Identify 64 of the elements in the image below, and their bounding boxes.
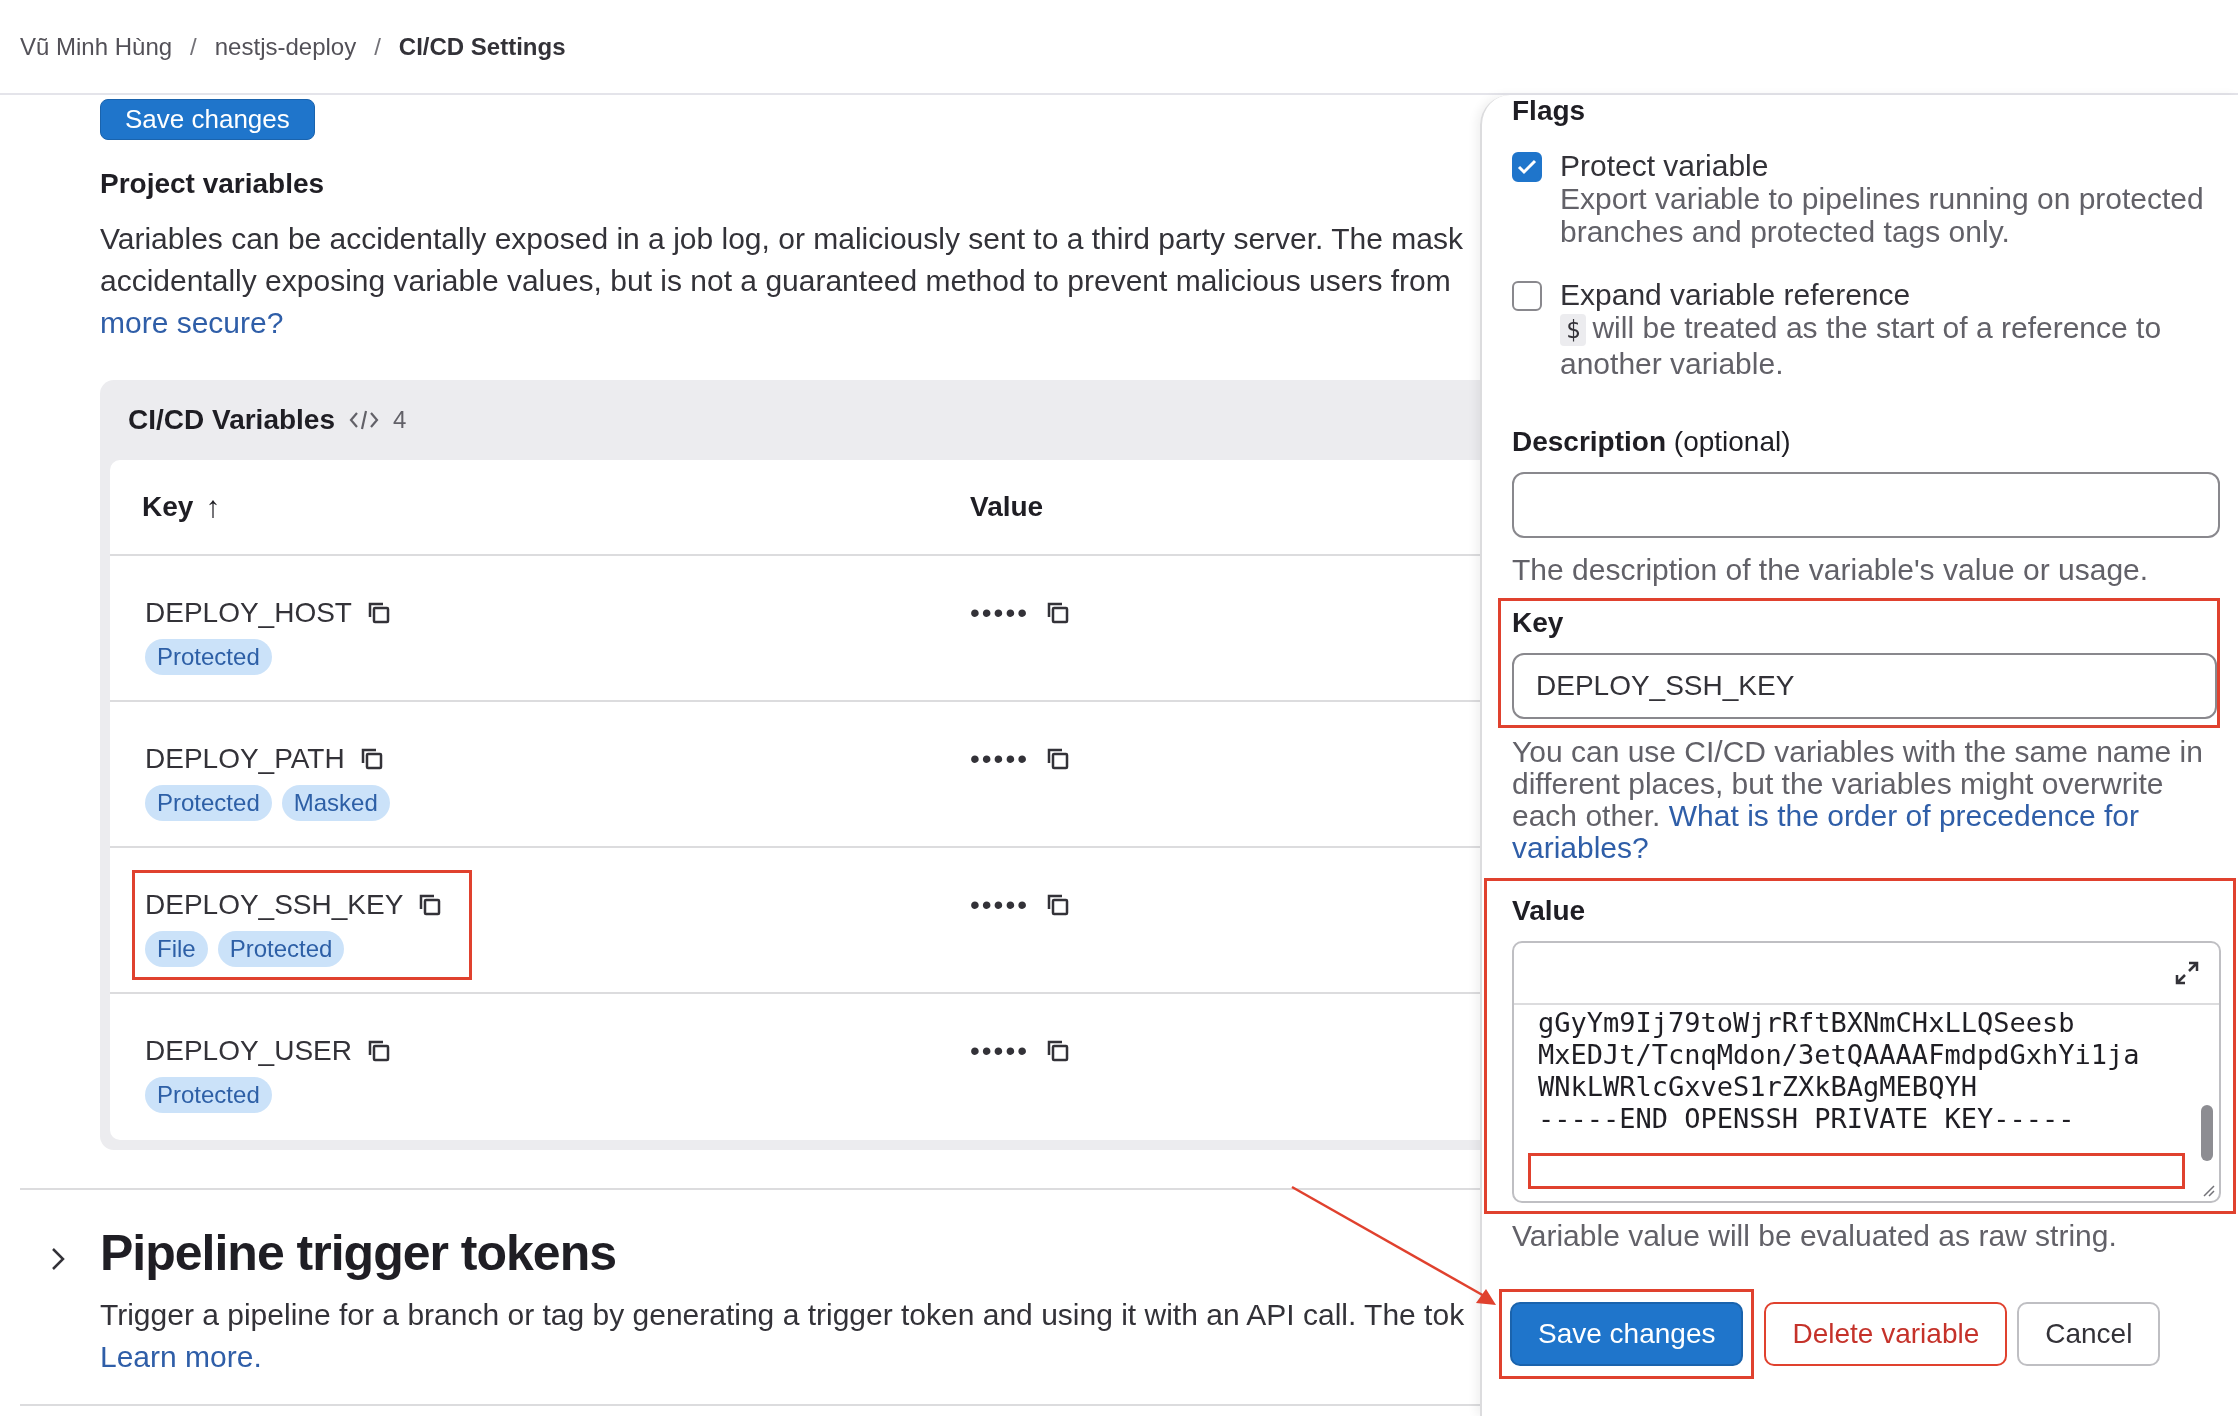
field-help: Variable value will be evaluated as raw string. <box>1512 1220 2118 1252</box>
learn-more-link[interactable]: Learn more. <box>100 1340 262 1373</box>
column-header[interactable]: Value <box>970 491 1044 523</box>
resize-handle-icon[interactable] <box>2201 1183 2215 1197</box>
copy-icon[interactable] <box>1045 746 1071 772</box>
variable-badge: Protected <box>145 639 272 675</box>
value-text[interactable]: gGyYm9Ij79toWjrRftBXNmCHxLLQSeesb MxEDJt/TcnqMdon/3etQAAAAFmdpdGxhYi1ja WNkLWRlcGxveS1rZXkBAgMEBQYH -----END OPENSSH PRIVATE KEY----- <box>1514 1005 2219 1201</box>
description-text: Trigger a pipeline for a branch or tag by generating a trigger token and using it with an API call. The tok <box>100 1297 1465 1333</box>
value-textarea[interactable]: gGyYm9Ij79toWjrRftBXNmCHxLLQSeesb MxEDJt/TcnqMdon/3etQAAAAFmdpdGxhYi1ja WNkLWRlcGxveS1rZXkBAgMEBQYH -----END OPENSSH PRIVATE KEY----- <box>1512 941 2221 1203</box>
checkbox[interactable] <box>1512 152 1542 182</box>
save-changes-button[interactable]: Save changes <box>1510 1302 1744 1366</box>
code-icon <box>349 409 379 431</box>
checkbox-help: Export variable to pipelines running on protected branches and protected tags only. <box>1560 182 2205 248</box>
checkbox-help: $ will be treated as the start of a reference to another variable. <box>1560 311 2163 380</box>
variable-badge: Protected <box>145 785 272 821</box>
field-help: You can use CI/CD variables with the same name in different places, but the variables might overwrite each other. What is the order of precedence for variables? <box>1512 736 2204 864</box>
variable-badge: Protected <box>217 931 345 967</box>
masked-value: ••••• <box>970 1035 1029 1067</box>
variable-key: DEPLOY_PATH <box>145 743 345 775</box>
more-secure-link[interactable]: more secure? <box>100 306 284 339</box>
copy-icon[interactable] <box>1045 892 1071 918</box>
breadcrumb-separator: / <box>374 32 381 61</box>
section-heading: Pipeline trigger tokens <box>100 1224 617 1282</box>
precedence-link[interactable]: What is the order of precedence for <box>1668 799 2140 832</box>
sort-indicator: ↑ <box>205 490 221 524</box>
breadcrumb-separator: / <box>190 32 197 61</box>
variable-badge: Masked <box>281 785 390 821</box>
check-icon <box>1517 159 1537 175</box>
precedence-link[interactable]: variables? <box>1512 831 1649 864</box>
checkbox-label: Protect variable <box>1560 149 1770 182</box>
field-label: Key <box>1512 607 1565 639</box>
variable-badge: Protected <box>145 1077 272 1113</box>
expand-icon[interactable] <box>2173 959 2201 987</box>
save-changes-button[interactable]: Save changes <box>100 99 315 140</box>
description-text: Variables can be accidentally exposed in a job log, or maliciously sent to a third party server. The mask <box>100 221 1464 257</box>
copy-icon[interactable] <box>1045 600 1071 626</box>
masked-value: ••••• <box>970 597 1029 629</box>
breadcrumb-link[interactable]: CI/CD Settings <box>398 32 566 61</box>
checkbox-label: Expand variable reference <box>1560 278 1912 311</box>
copy-icon[interactable] <box>1045 1038 1071 1064</box>
breadcrumb-link[interactable]: Vũ Minh Hùng <box>20 32 173 61</box>
column-header[interactable]: Key <box>142 491 194 523</box>
checkbox[interactable] <box>1512 281 1542 311</box>
field-label: Description (optional) <box>1512 426 1792 458</box>
masked-value: ••••• <box>970 743 1029 775</box>
variable-key: DEPLOY_HOST <box>145 597 352 629</box>
variable-key: DEPLOY_USER <box>145 1035 352 1067</box>
variable-key: DEPLOY_SSH_KEY <box>145 889 404 921</box>
cancel-button[interactable]: Cancel <box>2017 1302 2161 1366</box>
chevron-right-icon[interactable] <box>50 1246 66 1272</box>
field-label: Value <box>1512 895 1587 927</box>
section-title: Project variables <box>100 168 326 200</box>
field-help: The description of the variable's value or usage. <box>1512 554 2150 586</box>
masked-value: ••••• <box>970 889 1029 921</box>
scrollbar-thumb[interactable] <box>2201 1105 2213 1161</box>
delete-button[interactable]: Delete variable <box>1764 1302 2008 1366</box>
variable-badge: File <box>145 931 208 967</box>
description-text: accidentally exposing variable values, but is not a guaranteed method to prevent malicious users from <box>100 263 1452 299</box>
flags-title: Flags <box>1512 95 1587 127</box>
breadcrumb-link[interactable]: nestjs-deploy <box>214 32 357 61</box>
key-input[interactable]: DEPLOY_SSH_KEY <box>1512 653 2217 719</box>
variable-count: 4 <box>393 406 407 434</box>
card-title: CI/CD Variables <box>128 404 335 436</box>
description-input[interactable] <box>1512 472 2220 538</box>
